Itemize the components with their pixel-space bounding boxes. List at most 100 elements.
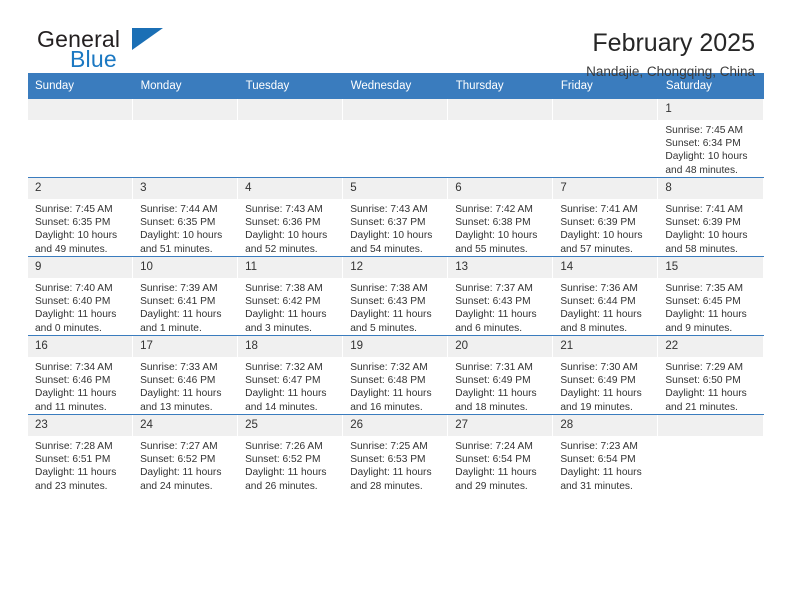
sunrise-text: Sunrise: 7:32 AM — [245, 362, 323, 373]
calendar-day-cell[interactable]: 12 Sunrise: 7:38 AM Sunset: 6:43 PM Dayligh… — [343, 256, 449, 336]
daylight-text: Daylight: 11 hours and 11 minutes. — [35, 388, 117, 413]
title-block: February 2025 Nandajie, Chongqing, China — [586, 28, 755, 81]
daylight-text: Daylight: 10 hours and 58 minutes. — [665, 230, 748, 255]
sunset-text: Sunset: 6:48 PM — [350, 375, 426, 387]
day-number — [553, 99, 659, 120]
daylight-text: Daylight: 11 hours and 29 minutes. — [455, 467, 537, 492]
day-details: Sunrise: 7:32 AM Sunset: 6:47 PM Daylight:… — [238, 357, 343, 414]
sunset-text: Sunset: 6:41 PM — [140, 296, 216, 308]
sunrise-text: Sunrise: 7:39 AM — [140, 283, 218, 294]
day-details: Sunrise: 7:42 AM Sunset: 6:38 PM Daylight:… — [448, 199, 553, 256]
sunset-text: Sunset: 6:47 PM — [245, 375, 321, 387]
calendar-day-cell[interactable]: 22 Sunrise: 7:29 AM Sunset: 6:50 PM Dayligh… — [658, 335, 764, 415]
sunrise-text: Sunrise: 7:25 AM — [350, 441, 428, 452]
sunrise-text: Sunrise: 7:34 AM — [35, 362, 113, 373]
day-details: Sunrise: 7:29 AM Sunset: 6:50 PM Daylight:… — [658, 357, 763, 414]
sunset-text: Sunset: 6:45 PM — [665, 296, 741, 308]
day-details: Sunrise: 7:44 AM Sunset: 6:35 PM Daylight:… — [133, 199, 238, 256]
day-details — [658, 436, 763, 493]
calendar-day-cell[interactable]: 26 Sunrise: 7:25 AM Sunset: 6:53 PM Dayligh… — [343, 414, 449, 493]
calendar-day-cell-empty — [28, 98, 134, 178]
day-details — [553, 120, 658, 177]
calendar-day-cell[interactable]: 8 Sunrise: 7:41 AM Sunset: 6:39 PM Daylight… — [658, 177, 764, 257]
sunset-text: Sunset: 6:39 PM — [665, 217, 741, 229]
day-number: 21 — [553, 336, 659, 357]
general-blue-logo[interactable]: General Blue — [37, 26, 257, 74]
calendar-day-cell[interactable]: 3 Sunrise: 7:44 AM Sunset: 6:35 PM Daylight… — [133, 177, 239, 257]
calendar-day-cell[interactable]: 9 Sunrise: 7:40 AM Sunset: 6:40 PM Daylight… — [28, 256, 134, 336]
calendar-day-cell[interactable]: 2 Sunrise: 7:45 AM Sunset: 6:35 PM Daylight… — [28, 177, 134, 257]
sunset-text: Sunset: 6:53 PM — [350, 454, 426, 466]
calendar-day-cell[interactable]: 6 Sunrise: 7:42 AM Sunset: 6:38 PM Daylight… — [448, 177, 554, 257]
day-details: Sunrise: 7:30 AM Sunset: 6:49 PM Daylight:… — [553, 357, 658, 414]
day-details: Sunrise: 7:41 AM Sunset: 6:39 PM Daylight:… — [658, 199, 763, 256]
day-number: 5 — [343, 178, 449, 199]
day-number: 3 — [133, 178, 239, 199]
daylight-text: Daylight: 11 hours and 9 minutes. — [665, 309, 747, 334]
calendar-day-cell[interactable]: 14 Sunrise: 7:36 AM Sunset: 6:44 PM Dayligh… — [553, 256, 659, 336]
day-details: Sunrise: 7:32 AM Sunset: 6:48 PM Daylight:… — [343, 357, 448, 414]
daylight-text: Daylight: 10 hours and 52 minutes. — [245, 230, 328, 255]
calendar-day-cell[interactable]: 7 Sunrise: 7:41 AM Sunset: 6:39 PM Daylight… — [553, 177, 659, 257]
weekday-header-thursday: Thursday — [448, 73, 554, 99]
daylight-text: Daylight: 11 hours and 0 minutes. — [35, 309, 117, 334]
day-number: 13 — [448, 257, 554, 278]
calendar-day-cell[interactable]: 19 Sunrise: 7:32 AM Sunset: 6:48 PM Dayligh… — [343, 335, 449, 415]
calendar-body: 1 Sunrise: 7:45 AM Sunset: 6:34 PM Daylight… — [28, 98, 764, 493]
calendar-day-cell[interactable]: 18 Sunrise: 7:32 AM Sunset: 6:47 PM Dayligh… — [238, 335, 344, 415]
calendar-day-cell-empty — [658, 414, 764, 493]
day-number: 22 — [658, 336, 764, 357]
weekday-header-sunday: Sunday — [28, 73, 134, 99]
calendar-day-cell[interactable]: 25 Sunrise: 7:26 AM Sunset: 6:52 PM Dayligh… — [238, 414, 344, 493]
sunset-text: Sunset: 6:44 PM — [560, 296, 636, 308]
calendar-day-cell[interactable]: 17 Sunrise: 7:33 AM Sunset: 6:46 PM Dayligh… — [133, 335, 239, 415]
calendar-day-cell[interactable]: 27 Sunrise: 7:24 AM Sunset: 6:54 PM Dayligh… — [448, 414, 554, 493]
sunset-text: Sunset: 6:54 PM — [560, 454, 636, 466]
calendar-day-cell[interactable]: 13 Sunrise: 7:37 AM Sunset: 6:43 PM Dayligh… — [448, 256, 554, 336]
daylight-text: Daylight: 11 hours and 6 minutes. — [455, 309, 537, 334]
daylight-text: Daylight: 11 hours and 14 minutes. — [245, 388, 327, 413]
day-details: Sunrise: 7:36 AM Sunset: 6:44 PM Daylight:… — [553, 278, 658, 335]
sunrise-text: Sunrise: 7:29 AM — [665, 362, 743, 373]
day-details: Sunrise: 7:25 AM Sunset: 6:53 PM Daylight:… — [343, 436, 448, 493]
day-details: Sunrise: 7:26 AM Sunset: 6:52 PM Daylight:… — [238, 436, 343, 493]
calendar-day-cell-empty — [553, 98, 659, 178]
sunrise-text: Sunrise: 7:38 AM — [350, 283, 428, 294]
day-details: Sunrise: 7:45 AM Sunset: 6:34 PM Daylight:… — [658, 120, 763, 177]
calendar-day-cell[interactable]: 11 Sunrise: 7:38 AM Sunset: 6:42 PM Dayligh… — [238, 256, 344, 336]
calendar-page: General Blue February 2025 Nandajie, Cho… — [0, 0, 792, 612]
day-number: 17 — [133, 336, 239, 357]
calendar-day-cell[interactable]: 1 Sunrise: 7:45 AM Sunset: 6:34 PM Daylight… — [658, 98, 764, 178]
daylight-text: Daylight: 11 hours and 1 minute. — [140, 309, 222, 334]
daylight-text: Daylight: 11 hours and 5 minutes. — [350, 309, 432, 334]
calendar-day-cell[interactable]: 21 Sunrise: 7:30 AM Sunset: 6:49 PM Dayligh… — [553, 335, 659, 415]
calendar-day-cell[interactable]: 23 Sunrise: 7:28 AM Sunset: 6:51 PM Dayligh… — [28, 414, 134, 493]
sunset-text: Sunset: 6:39 PM — [560, 217, 636, 229]
sunrise-text: Sunrise: 7:43 AM — [245, 204, 323, 215]
day-details — [133, 120, 238, 177]
daylight-text: Daylight: 11 hours and 18 minutes. — [455, 388, 537, 413]
sunrise-text: Sunrise: 7:43 AM — [350, 204, 428, 215]
calendar-day-cell[interactable]: 20 Sunrise: 7:31 AM Sunset: 6:49 PM Dayligh… — [448, 335, 554, 415]
calendar-day-cell[interactable]: 4 Sunrise: 7:43 AM Sunset: 6:36 PM Daylight… — [238, 177, 344, 257]
sunrise-text: Sunrise: 7:38 AM — [245, 283, 323, 294]
calendar-day-cell[interactable]: 28 Sunrise: 7:23 AM Sunset: 6:54 PM Dayligh… — [553, 414, 659, 493]
sunrise-text: Sunrise: 7:42 AM — [455, 204, 533, 215]
sunset-text: Sunset: 6:43 PM — [455, 296, 531, 308]
day-number: 1 — [658, 99, 764, 120]
day-details: Sunrise: 7:23 AM Sunset: 6:54 PM Daylight:… — [553, 436, 658, 493]
weekday-header-monday: Monday — [133, 73, 239, 99]
daylight-text: Daylight: 11 hours and 8 minutes. — [560, 309, 642, 334]
daylight-text: Daylight: 11 hours and 28 minutes. — [350, 467, 432, 492]
day-details: Sunrise: 7:28 AM Sunset: 6:51 PM Daylight:… — [28, 436, 133, 493]
day-number — [658, 415, 764, 436]
calendar-day-cell[interactable]: 24 Sunrise: 7:27 AM Sunset: 6:52 PM Dayligh… — [133, 414, 239, 493]
day-details — [343, 120, 448, 177]
day-details: Sunrise: 7:27 AM Sunset: 6:52 PM Daylight:… — [133, 436, 238, 493]
day-details: Sunrise: 7:33 AM Sunset: 6:46 PM Daylight:… — [133, 357, 238, 414]
calendar-day-cell[interactable]: 16 Sunrise: 7:34 AM Sunset: 6:46 PM Dayligh… — [28, 335, 134, 415]
calendar-day-cell[interactable]: 10 Sunrise: 7:39 AM Sunset: 6:41 PM Dayligh… — [133, 256, 239, 336]
calendar-day-cell[interactable]: 5 Sunrise: 7:43 AM Sunset: 6:37 PM Daylight… — [343, 177, 449, 257]
calendar-day-cell[interactable]: 15 Sunrise: 7:35 AM Sunset: 6:45 PM Dayligh… — [658, 256, 764, 336]
day-number — [343, 99, 449, 120]
